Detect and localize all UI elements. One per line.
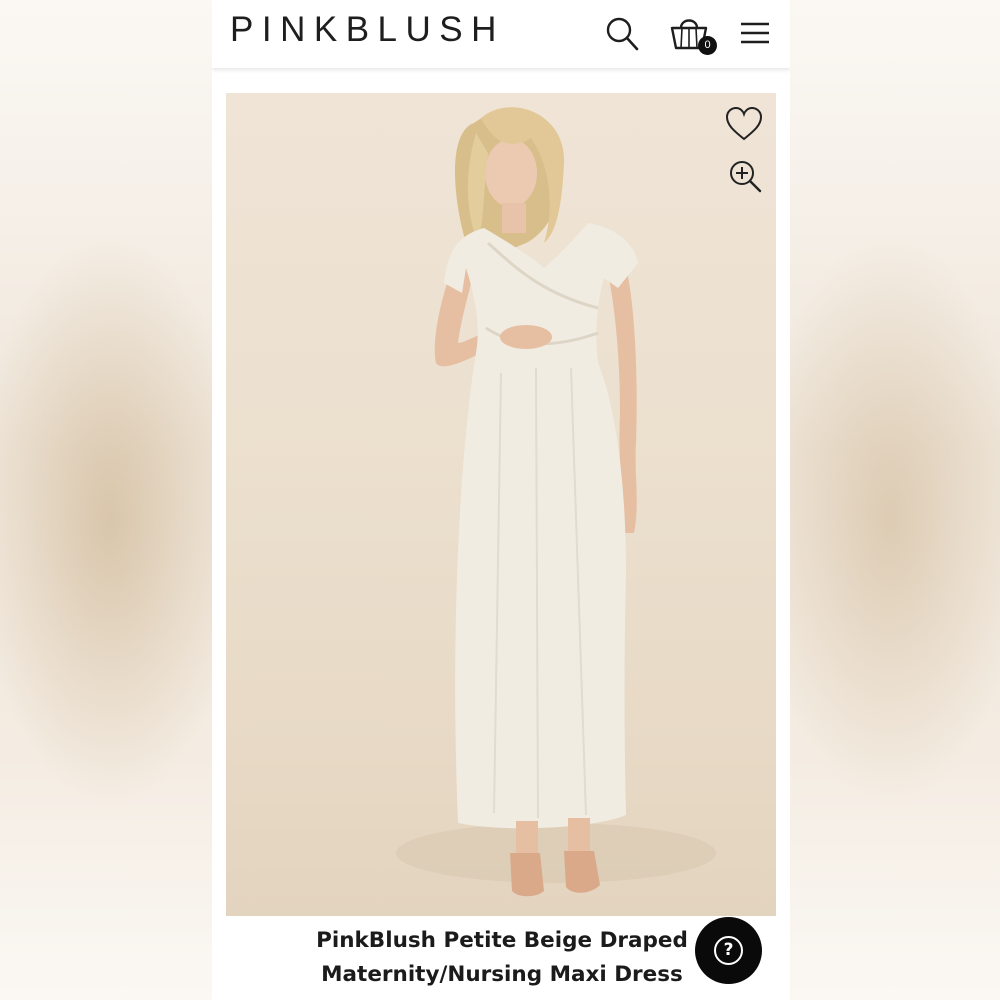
brand-logo[interactable]: PINKBLUSH xyxy=(230,8,505,52)
product-title-line-2: Maternity/Nursing Maxi Dress xyxy=(321,962,683,987)
heart-icon[interactable] xyxy=(724,105,764,145)
model-wearing-dress-illustration xyxy=(396,107,716,897)
question-mark-icon: ? xyxy=(714,936,743,965)
menu-icon[interactable] xyxy=(738,14,772,52)
help-chat-button[interactable]: ? xyxy=(695,917,762,984)
product-title: PinkBlush Petite Beige Draped Maternity/… xyxy=(292,924,712,992)
zoom-in-icon[interactable] xyxy=(726,157,766,197)
site-header: PINKBLUSH 0 xyxy=(212,0,790,68)
search-icon[interactable] xyxy=(604,14,640,52)
product-image[interactable] xyxy=(226,93,776,916)
mobile-product-page: PINKBLUSH 0 PinkBlush Petite Beige Drape… xyxy=(212,0,790,1000)
cart-count-badge: 0 xyxy=(698,36,717,55)
product-title-line-1: PinkBlush Petite Beige Draped xyxy=(316,928,688,953)
